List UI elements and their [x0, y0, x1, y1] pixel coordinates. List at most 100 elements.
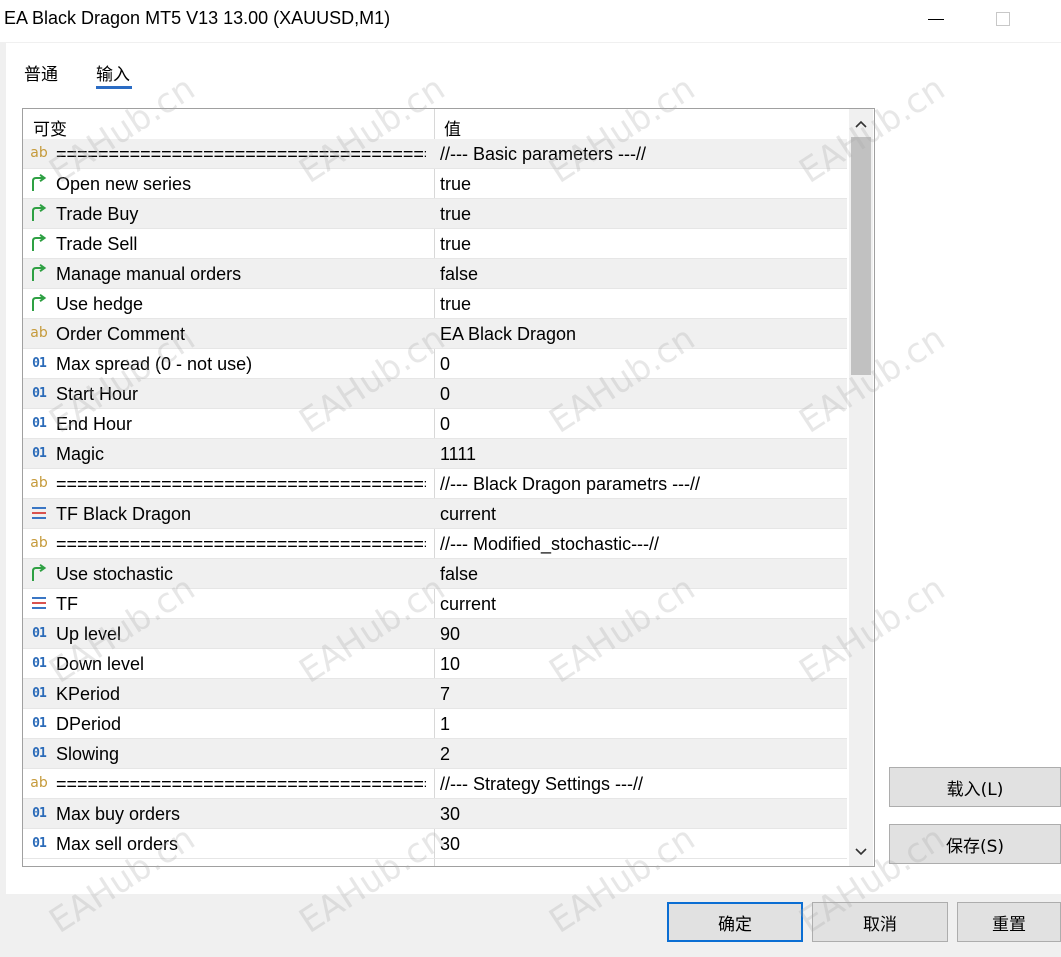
parameter-value[interactable]: true [440, 174, 471, 195]
parameter-value[interactable]: //--- Strategy Settings ---// [440, 774, 643, 795]
table-row[interactable]: Open new series true [23, 169, 847, 199]
scroll-up-icon[interactable] [849, 113, 873, 135]
vertical-scrollbar[interactable] [849, 109, 873, 866]
parameter-value[interactable]: 0 [440, 384, 450, 405]
parameter-value[interactable]: //--- Basic parameters ---// [440, 144, 646, 165]
integer-01-icon: 01 [32, 685, 47, 701]
string-ab-icon: ab [30, 535, 48, 551]
parameter-name: Use hedge [56, 294, 144, 314]
integer-01-icon: 01 [32, 655, 47, 671]
scroll-thumb[interactable] [851, 137, 871, 375]
table-row[interactable]: 01 Magic 1111 [23, 439, 847, 469]
integer-01-icon: 01 [32, 355, 47, 371]
table-row[interactable]: 01 Slowing 2 [23, 739, 847, 769]
parameter-value[interactable]: true [440, 234, 471, 255]
parameter-value[interactable]: 30 [440, 804, 460, 825]
reset-button[interactable]: 重置 [957, 902, 1061, 942]
load-button[interactable]: 载入(L) [889, 767, 1061, 807]
parameter-name: Slowing [56, 744, 120, 764]
parameter-value[interactable]: //--- Black Dragon parametrs ---// [440, 474, 700, 495]
parameter-name: Use stochastic [56, 564, 174, 584]
table-row[interactable]: ab ======================================… [23, 139, 847, 169]
parameter-value[interactable]: 7 [440, 684, 450, 705]
table-row[interactable]: Trade Sell true [23, 229, 847, 259]
parameter-value[interactable]: 10 [440, 654, 460, 675]
cancel-button[interactable]: 取消 [812, 902, 948, 942]
table-row[interactable]: Use hedge true [23, 289, 847, 319]
integer-01-icon: 01 [32, 805, 47, 821]
table-row[interactable]: TF current [23, 589, 847, 619]
parameter-name: End Hour [56, 414, 133, 434]
parameter-name: Max buy orders [56, 804, 181, 824]
bool-arrow-icon [28, 233, 50, 253]
table-row[interactable]: 01 KPeriod 7 [23, 679, 847, 709]
table-row[interactable]: 01 Down level 10 [23, 649, 847, 679]
ok-button[interactable]: 确定 [667, 902, 803, 942]
parameter-name: Start Hour [56, 384, 139, 404]
string-ab-icon: ab [30, 475, 48, 491]
active-tab-indicator [96, 86, 132, 89]
table-row[interactable]: 01 Max sell orders 30 [23, 829, 847, 859]
parameter-value[interactable]: 1 [440, 714, 450, 735]
grid-header: 可变 值 [23, 109, 849, 140]
maximize-icon[interactable] [996, 12, 1010, 26]
parameter-value[interactable]: EA Black Dragon [440, 324, 576, 345]
table-row[interactable]: ab ======================================… [23, 529, 847, 559]
parameter-name: ========================================… [56, 474, 426, 494]
integer-01-icon: 01 [32, 745, 47, 761]
table-row[interactable]: ab Order Comment EA Black Dragon [23, 319, 847, 349]
save-button[interactable]: 保存(S) [889, 824, 1061, 864]
integer-01-icon: 01 [32, 385, 47, 401]
table-row[interactable]: 01 Start Hour 0 [23, 379, 847, 409]
parameter-value[interactable]: 1111 [440, 444, 476, 465]
bool-arrow-icon [28, 263, 50, 283]
parameter-name: Manage manual orders [56, 264, 242, 284]
table-row[interactable]: 01 End Hour 0 [23, 409, 847, 439]
parameter-value[interactable]: true [440, 204, 471, 225]
table-row[interactable]: 01 Max spread (0 - not use) 0 [23, 349, 847, 379]
parameter-value[interactable]: 0 [440, 354, 450, 375]
integer-01-icon: 01 [32, 445, 47, 461]
parameter-name: ========================================… [56, 144, 426, 164]
parameter-value[interactable]: false [440, 264, 478, 285]
parameter-value[interactable]: current [440, 504, 496, 525]
table-row[interactable]: Use stochastic false [23, 559, 847, 589]
grid-rows: ab ======================================… [23, 139, 847, 859]
parameter-value[interactable]: 2 [440, 744, 450, 765]
string-ab-icon: ab [30, 145, 48, 161]
table-row[interactable]: Manage manual orders false [23, 259, 847, 289]
table-row[interactable]: 01 DPeriod 1 [23, 709, 847, 739]
parameter-name: Max spread (0 - not use) [56, 354, 253, 374]
integer-01-icon: 01 [32, 625, 47, 641]
table-row[interactable]: 01 Up level 90 [23, 619, 847, 649]
minimize-icon[interactable] [928, 19, 944, 20]
scroll-down-icon[interactable] [849, 841, 873, 863]
bool-arrow-icon [28, 293, 50, 313]
column-header-value[interactable]: 值 [444, 115, 461, 140]
window-title: EA Black Dragon MT5 V13 13.00 (XAUUSD,M1… [4, 8, 391, 28]
table-row[interactable]: Trade Buy true [23, 199, 847, 229]
parameter-value[interactable]: 0 [440, 414, 450, 435]
integer-01-icon: 01 [32, 715, 47, 731]
tab-common[interactable]: 普通 [24, 60, 58, 85]
tab-inputs[interactable]: 输入 [96, 60, 130, 85]
parameter-value[interactable]: false [440, 564, 478, 585]
column-header-variable[interactable]: 可变 [33, 115, 67, 140]
parameter-value[interactable]: true [440, 294, 471, 315]
parameter-value[interactable]: 30 [440, 834, 460, 855]
table-row[interactable]: ab ======================================… [23, 769, 847, 799]
parameter-name: Trade Sell [56, 234, 138, 254]
parameter-name: Up level [56, 624, 122, 644]
parameter-value[interactable]: //--- Modified_stochastic---// [440, 534, 659, 555]
table-row[interactable]: 01 Max buy orders 30 [23, 799, 847, 829]
parameter-value[interactable]: 90 [440, 624, 460, 645]
bool-arrow-icon [28, 173, 50, 193]
parameter-name: Magic [56, 444, 105, 464]
title-bar: EA Black Dragon MT5 V13 13.00 (XAUUSD,M1… [0, 0, 1061, 42]
bool-arrow-icon [28, 563, 50, 583]
integer-01-icon: 01 [32, 415, 47, 431]
parameter-value[interactable]: current [440, 594, 496, 615]
table-row[interactable]: ab ======================================… [23, 469, 847, 499]
parameter-name: TF [56, 594, 78, 614]
table-row[interactable]: TF Black Dragon current [23, 499, 847, 529]
